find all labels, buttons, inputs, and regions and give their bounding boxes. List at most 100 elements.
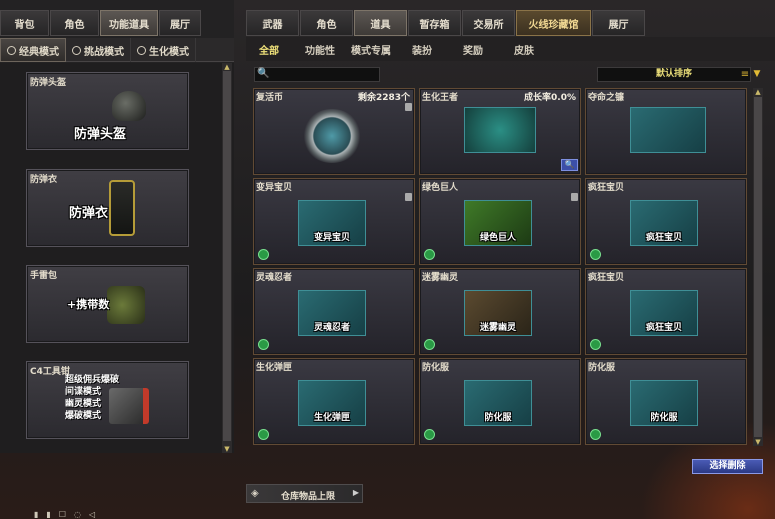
item-image-label: 疯狂宝贝 <box>645 233 682 243</box>
filter-reward[interactable]: 奖励 <box>450 42 496 57</box>
scythe-icon <box>630 107 706 153</box>
biohazard-icon <box>590 429 601 440</box>
item-card[interactable]: 夺命之镰 <box>585 88 747 175</box>
item-title: 疯狂宝贝 <box>588 183 625 193</box>
mode-line: 间谍模式 <box>65 387 102 397</box>
biohazard-icon <box>258 249 269 260</box>
item-image: 迷雾幽灵 <box>464 290 532 336</box>
item-title: 灵魂忍者 <box>256 273 293 283</box>
item-grid: 复活币 剩余2283个 生化王者 成长率0.0% 🔍 夺命之镰 变异宝贝 变异宝… <box>253 88 751 446</box>
trash-icon[interactable] <box>405 103 412 111</box>
item-card[interactable]: 生化弹匣 生化弹匣 <box>253 358 415 445</box>
left-scrollbar[interactable]: ▲ ▼ <box>222 63 232 453</box>
biohazard-icon <box>258 339 269 350</box>
search-input[interactable] <box>269 68 377 81</box>
biohazard-icon <box>424 249 435 260</box>
subtab-label: 生化模式 <box>149 46 189 58</box>
grenade-icon <box>107 286 145 324</box>
filter-all[interactable]: 全部 <box>246 42 292 57</box>
item-card[interactable]: 防化服 防化服 <box>419 358 581 445</box>
item-image-label: 生化弹匣 <box>313 413 350 423</box>
item-card[interactable]: 迷雾幽灵 迷雾幽灵 <box>419 268 581 355</box>
item-title: 防化服 <box>422 363 450 373</box>
subtab-label: 经典模式 <box>19 46 59 58</box>
list-item[interactable]: 手雷包 +携带数 <box>26 265 189 343</box>
filter-functional[interactable]: 功能性 <box>297 42 343 57</box>
scroll-up-icon[interactable]: ▲ <box>222 63 232 71</box>
item-card[interactable]: 灵魂忍者 灵魂忍者 <box>253 268 415 355</box>
item-image-label: 变异宝贝 <box>313 233 350 243</box>
biohazard-icon <box>424 429 435 440</box>
biohazard-icon <box>590 339 601 350</box>
list-view-icon[interactable]: ≡ <box>739 67 751 82</box>
scrollbar-thumb[interactable] <box>223 71 231 441</box>
item-card[interactable]: 疯狂宝贝 疯狂宝贝 <box>585 268 747 355</box>
chat-icon: ☐ <box>58 510 66 519</box>
item-image-label: 防化服 <box>650 413 678 423</box>
item-name: 防弹衣 <box>69 206 109 221</box>
magnify-icon[interactable]: 🔍 <box>561 159 578 171</box>
item-card[interactable]: 生化王者 成长率0.0% 🔍 <box>419 88 581 175</box>
filter-cosmetic[interactable]: 装扮 <box>399 42 445 57</box>
item-grid-scrollbar[interactable]: ▲ ▼ <box>753 88 763 446</box>
tab-function-items[interactable]: 功能道具 <box>100 10 158 36</box>
tab-showroom[interactable]: 展厅 <box>159 10 201 36</box>
select-delete-button[interactable]: 选择删除 <box>692 459 763 474</box>
storage-limit-label: 仓库物品上限 <box>281 492 336 502</box>
item-image: 绿色巨人 <box>464 200 532 246</box>
item-image-label: 灵魂忍者 <box>313 323 350 333</box>
item-title: 生化王者 <box>422 93 459 103</box>
filter-skin[interactable]: 皮肤 <box>501 42 547 57</box>
tab-character[interactable]: 角色 <box>300 10 353 36</box>
signal-icon: ▮ <box>34 510 39 519</box>
scroll-down-icon[interactable]: ▼ <box>222 445 232 453</box>
subtab-challenge-mode[interactable]: 挑战模式 <box>66 38 131 62</box>
item-title: 疯狂宝贝 <box>588 273 625 283</box>
search-bar: 🔍 <box>254 67 380 82</box>
item-image-label: 防化服 <box>484 413 512 423</box>
storage-limit-button[interactable]: ◈ 仓库物品上限 ▶ <box>246 484 363 503</box>
item-title: 变异宝贝 <box>256 183 293 193</box>
subtab-biochem-mode[interactable]: 生化模式 <box>131 38 196 62</box>
trash-icon[interactable] <box>405 193 412 201</box>
item-image: 疯狂宝贝 <box>630 290 698 336</box>
item-card[interactable]: 防化服 防化服 <box>585 358 747 445</box>
helmet-icon <box>112 91 146 121</box>
chevron-down-icon[interactable]: ▼ <box>752 67 762 82</box>
tab-showroom[interactable]: 展厅 <box>592 10 645 36</box>
headset-icon: ◌ <box>73 510 81 519</box>
list-item[interactable]: 防弹衣 防弹衣 <box>26 169 189 247</box>
bottom-status-bar: ▮ ▮ ☐ ◌ ◁ <box>0 510 200 519</box>
item-name: +携带数 <box>67 298 110 311</box>
mode-list: 超级佣兵爆破 间谍模式 幽灵模式 爆破模式 <box>65 374 119 422</box>
tab-items[interactable]: 道具 <box>354 10 407 36</box>
list-item[interactable]: C4工具钳 超级佣兵爆破 间谍模式 幽灵模式 爆破模式 <box>26 361 189 439</box>
tab-collection-hall[interactable]: 火线珍藏馆 <box>516 10 591 36</box>
item-title: 防弹头盔 <box>30 78 67 88</box>
sort-dropdown[interactable]: 默认排序 <box>597 67 751 82</box>
filter-mode-exclusive[interactable]: 模式专属 <box>348 42 394 57</box>
item-card[interactable]: 变异宝贝 变异宝贝 <box>253 178 415 265</box>
scroll-down-icon[interactable]: ▼ <box>753 438 763 446</box>
tab-character[interactable]: 角色 <box>50 10 99 36</box>
layers-icon: ◈ <box>251 488 259 499</box>
tab-weapons[interactable]: 武器 <box>246 10 299 36</box>
scrollbar-thumb[interactable] <box>754 97 762 437</box>
item-card[interactable]: 疯狂宝贝 疯狂宝贝 <box>585 178 747 265</box>
biohazard-icon <box>590 249 601 260</box>
tab-temp-storage[interactable]: 暂存箱 <box>408 10 461 36</box>
item-image-label: 迷雾幽灵 <box>479 323 516 333</box>
scroll-up-icon[interactable]: ▲ <box>753 88 763 96</box>
item-card[interactable]: 复活币 剩余2283个 <box>253 88 415 175</box>
search-icon[interactable]: 🔍 <box>257 69 269 79</box>
item-title: 绿色巨人 <box>422 183 459 193</box>
item-title: 复活币 <box>256 93 284 103</box>
biohazard-icon <box>258 429 269 440</box>
item-title: C4工具钳 <box>30 367 70 377</box>
list-item[interactable]: 防弹头盔 防弹头盔 <box>26 72 189 150</box>
tab-exchange[interactable]: 交易所 <box>462 10 515 36</box>
tab-backpack[interactable]: 背包 <box>0 10 49 36</box>
item-card[interactable]: 绿色巨人 绿色巨人 <box>419 178 581 265</box>
subtab-classic-mode[interactable]: 经典模式 <box>0 38 66 62</box>
trash-icon[interactable] <box>571 193 578 201</box>
